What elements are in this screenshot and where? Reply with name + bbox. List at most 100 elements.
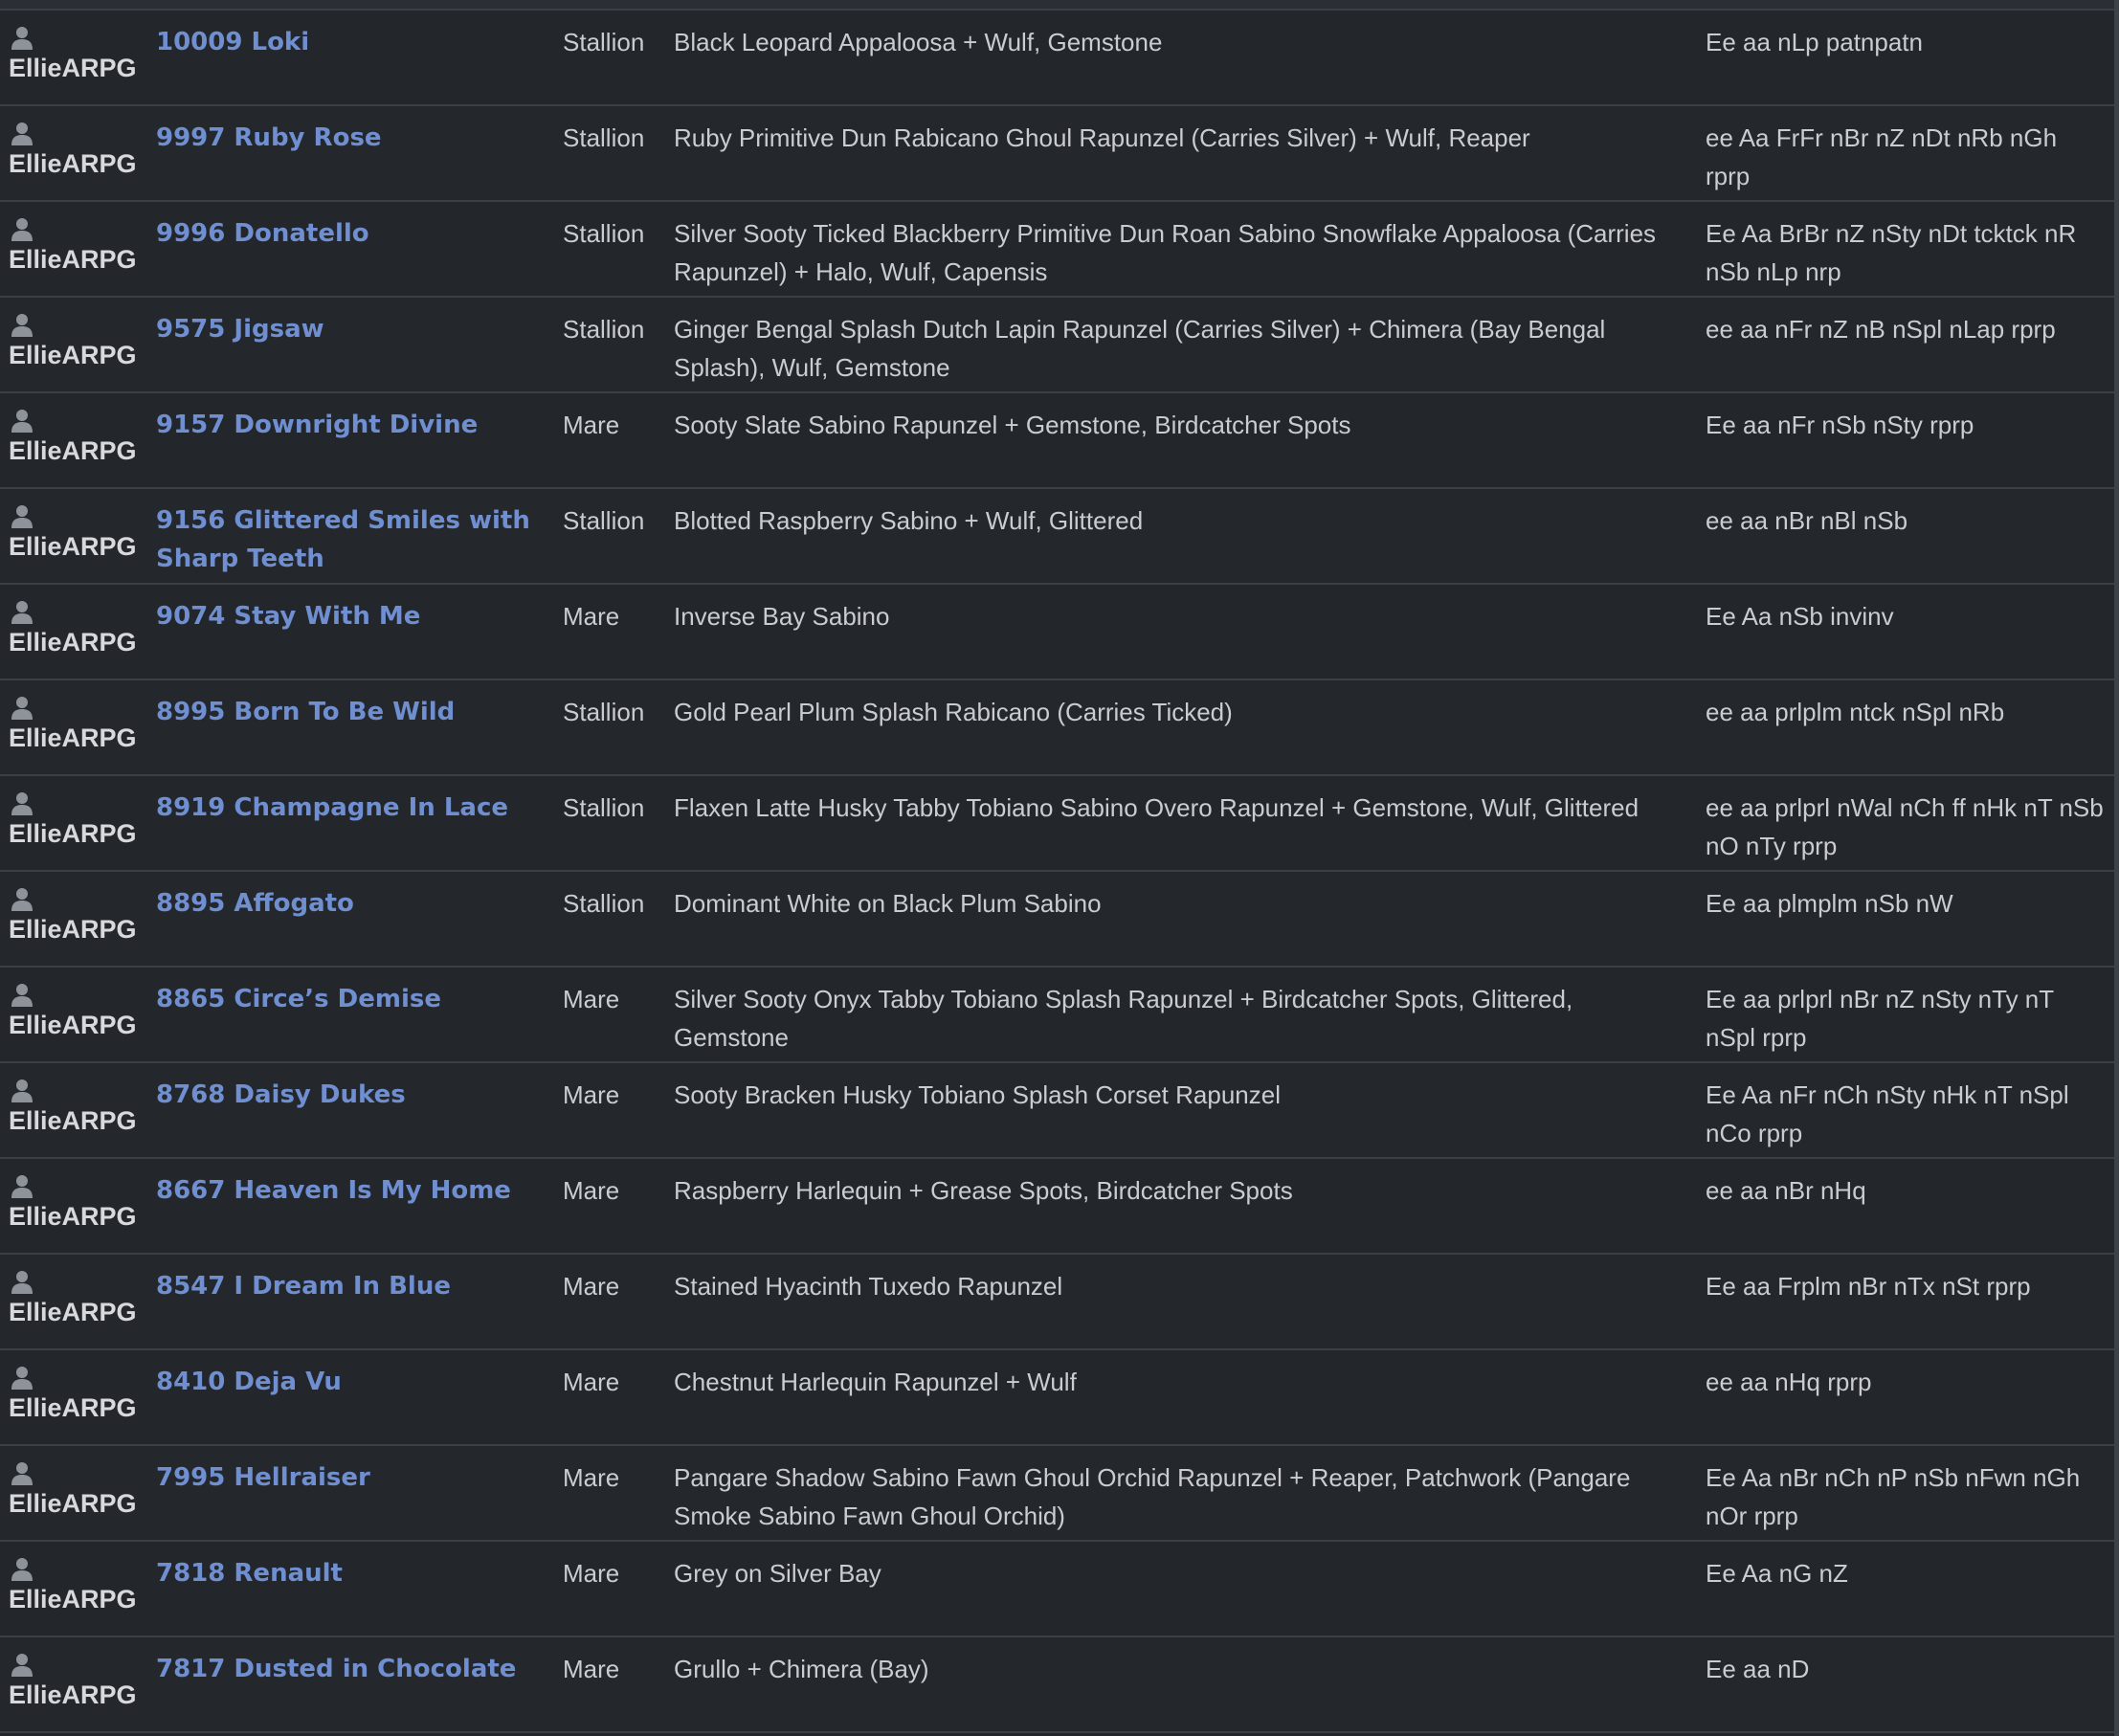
horse-sex: Mare <box>563 1463 620 1492</box>
horse-description: Ruby Primitive Dun Rabicano Ghoul Rapunz… <box>674 123 1530 152</box>
horse-genotype: ee aa nBr nHq <box>1706 1176 1866 1205</box>
owner-cell[interactable]: EllieARPG <box>9 122 152 180</box>
table-row: EllieARPG 8410 Deja Vu Mare Chestnut Har… <box>0 1350 2114 1446</box>
horse-name-link[interactable]: 8995 Born To Be Wild <box>156 693 548 731</box>
owner-name[interactable]: EllieARPG <box>9 52 152 84</box>
owner-name[interactable]: EllieARPG <box>9 1487 152 1520</box>
horse-name-link[interactable]: 9997 Ruby Rose <box>156 119 548 157</box>
horse-name-link[interactable]: 7817 Dusted in Chocolate <box>156 1650 548 1688</box>
table-row: EllieARPG 10009 Loki Stallion Black Leop… <box>0 11 2114 106</box>
horse-description: Sooty Bracken Husky Tobiano Splash Corse… <box>674 1080 1281 1109</box>
horse-description: Black Leopard Appaloosa + Wulf, Gemstone <box>674 28 1163 56</box>
table-row: EllieARPG 8547 I Dream In Blue Mare Stai… <box>0 1255 2114 1350</box>
owner-cell[interactable]: EllieARPG <box>9 1653 152 1711</box>
owner-cell[interactable]: EllieARPG <box>9 1270 152 1328</box>
owner-cell[interactable]: EllieARPG <box>9 983 152 1041</box>
horse-genotype: Ee aa nD <box>1706 1655 1810 1683</box>
owner-cell[interactable]: EllieARPG <box>9 1079 152 1137</box>
horse-name-link[interactable]: 8865 Circe’s Demise <box>156 980 548 1018</box>
horse-sex: Stallion <box>563 698 645 726</box>
table-row: EllieARPG 7818 Renault Mare Grey on Silv… <box>0 1542 2114 1637</box>
owner-cell[interactable]: EllieARPG <box>9 887 152 946</box>
horse-name-link[interactable]: 9996 Donatello <box>156 214 548 253</box>
owner-name[interactable]: EllieARPG <box>9 434 152 467</box>
table-row: EllieARPG 7817 Dusted in Chocolate Mare … <box>0 1637 2114 1733</box>
owner-name[interactable]: EllieARPG <box>9 722 152 754</box>
owner-name[interactable]: EllieARPG <box>9 626 152 658</box>
owner-cell[interactable]: EllieARPG <box>9 791 152 850</box>
owner-name[interactable]: EllieARPG <box>9 339 152 371</box>
table-row: EllieARPG 8768 Daisy Dukes Mare Sooty Br… <box>0 1063 2114 1159</box>
owner-name[interactable]: EllieARPG <box>9 1009 152 1041</box>
owner-cell[interactable]: EllieARPG <box>9 313 152 371</box>
owner-name[interactable]: EllieARPG <box>9 530 152 563</box>
horse-description: Grullo + Chimera (Bay) <box>674 1655 929 1683</box>
horse-name-link[interactable]: 9575 Jigsaw <box>156 310 548 348</box>
horse-name-link[interactable]: 8667 Heaven Is My Home <box>156 1171 548 1210</box>
owner-cell[interactable]: EllieARPG <box>9 1366 152 1424</box>
user-icon <box>11 792 33 815</box>
horse-name-link[interactable]: 8768 Daisy Dukes <box>156 1076 548 1114</box>
horse-genotype: Ee aa Frplm nBr nTx nSt rprp <box>1706 1272 2031 1301</box>
horse-genotype: Ee aa nFr nSb nSty rprp <box>1706 411 1974 439</box>
user-icon <box>11 1175 33 1198</box>
horse-sex: Mare <box>563 1080 620 1109</box>
owner-cell[interactable]: EllieARPG <box>9 1174 152 1233</box>
owner-name[interactable]: EllieARPG <box>9 1391 152 1424</box>
owner-name[interactable]: EllieARPG <box>9 1583 152 1615</box>
horse-description: Chestnut Harlequin Rapunzel + Wulf <box>674 1368 1077 1396</box>
horse-description: Blotted Raspberry Sabino + Wulf, Glitter… <box>674 506 1144 535</box>
user-icon <box>11 1558 33 1581</box>
horse-sex: Stallion <box>563 889 645 918</box>
horse-genotype: ee aa nHq rprp <box>1706 1368 1872 1396</box>
horse-description: Silver Sooty Ticked Blackberry Primitive… <box>674 219 1657 286</box>
table-top-border <box>0 0 2114 11</box>
horse-table: EllieARPG 10009 Loki Stallion Black Leop… <box>0 11 2114 1733</box>
horse-genotype: Ee Aa BrBr nZ nSty nDt tcktck nR nSb nLp… <box>1706 219 2077 286</box>
table-row: EllieARPG 9997 Ruby Rose Stallion Ruby P… <box>0 106 2114 202</box>
horse-sex: Stallion <box>563 28 645 56</box>
owner-cell[interactable]: EllieARPG <box>9 217 152 276</box>
horse-name-link[interactable]: 9156 Glittered Smiles with Sharp Teeth <box>156 501 548 578</box>
owner-name[interactable]: EllieARPG <box>9 913 152 946</box>
horse-description: Inverse Bay Sabino <box>674 602 890 631</box>
user-icon <box>11 1079 33 1102</box>
horse-name-link[interactable]: 10009 Loki <box>156 23 548 61</box>
owner-cell[interactable]: EllieARPG <box>9 1461 152 1520</box>
user-icon <box>11 505 33 528</box>
owner-name[interactable]: EllieARPG <box>9 1679 152 1711</box>
owner-cell[interactable]: EllieARPG <box>9 504 152 563</box>
owner-cell[interactable]: EllieARPG <box>9 26 152 84</box>
horse-name-link[interactable]: 7995 Hellraiser <box>156 1458 548 1497</box>
table-row: EllieARPG 8895 Affogato Stallion Dominan… <box>0 872 2114 968</box>
horse-name-link[interactable]: 9074 Stay With Me <box>156 597 548 635</box>
horse-sex: Stallion <box>563 793 645 822</box>
owner-name[interactable]: EllieARPG <box>9 1296 152 1328</box>
owner-name[interactable]: EllieARPG <box>9 243 152 276</box>
owner-cell[interactable]: EllieARPG <box>9 600 152 658</box>
horse-genotype: Ee Aa nSb invinv <box>1706 602 1894 631</box>
horse-name-link[interactable]: 9157 Downright Divine <box>156 406 548 444</box>
horse-genotype: Ee aa plmplm nSb nW <box>1706 889 1953 918</box>
horse-description: Stained Hyacinth Tuxedo Rapunzel <box>674 1272 1063 1301</box>
owner-cell[interactable]: EllieARPG <box>9 409 152 467</box>
table-row: EllieARPG 8919 Champagne In Lace Stallio… <box>0 776 2114 872</box>
horse-name-link[interactable]: 8410 Deja Vu <box>156 1363 548 1401</box>
horse-sex: Mare <box>563 1272 620 1301</box>
horse-genotype: ee aa prlprl nWal nCh ff nHk nT nSb nO n… <box>1706 793 2104 860</box>
owner-name[interactable]: EllieARPG <box>9 1104 152 1137</box>
owner-name[interactable]: EllieARPG <box>9 817 152 850</box>
owner-name[interactable]: EllieARPG <box>9 1200 152 1233</box>
user-icon <box>11 984 33 1007</box>
owner-cell[interactable]: EllieARPG <box>9 1557 152 1615</box>
horse-name-link[interactable]: 7818 Renault <box>156 1554 548 1592</box>
horse-sex: Stallion <box>563 219 645 248</box>
horse-name-link[interactable]: 8895 Affogato <box>156 884 548 923</box>
owner-name[interactable]: EllieARPG <box>9 147 152 180</box>
horse-name-link[interactable]: 8547 I Dream In Blue <box>156 1267 548 1305</box>
horse-sex: Stallion <box>563 506 645 535</box>
owner-cell[interactable]: EllieARPG <box>9 696 152 754</box>
horse-sex: Mare <box>563 1559 620 1588</box>
horse-name-link[interactable]: 8919 Champagne In Lace <box>156 789 548 827</box>
table-row: EllieARPG 9996 Donatello Stallion Silver… <box>0 202 2114 298</box>
